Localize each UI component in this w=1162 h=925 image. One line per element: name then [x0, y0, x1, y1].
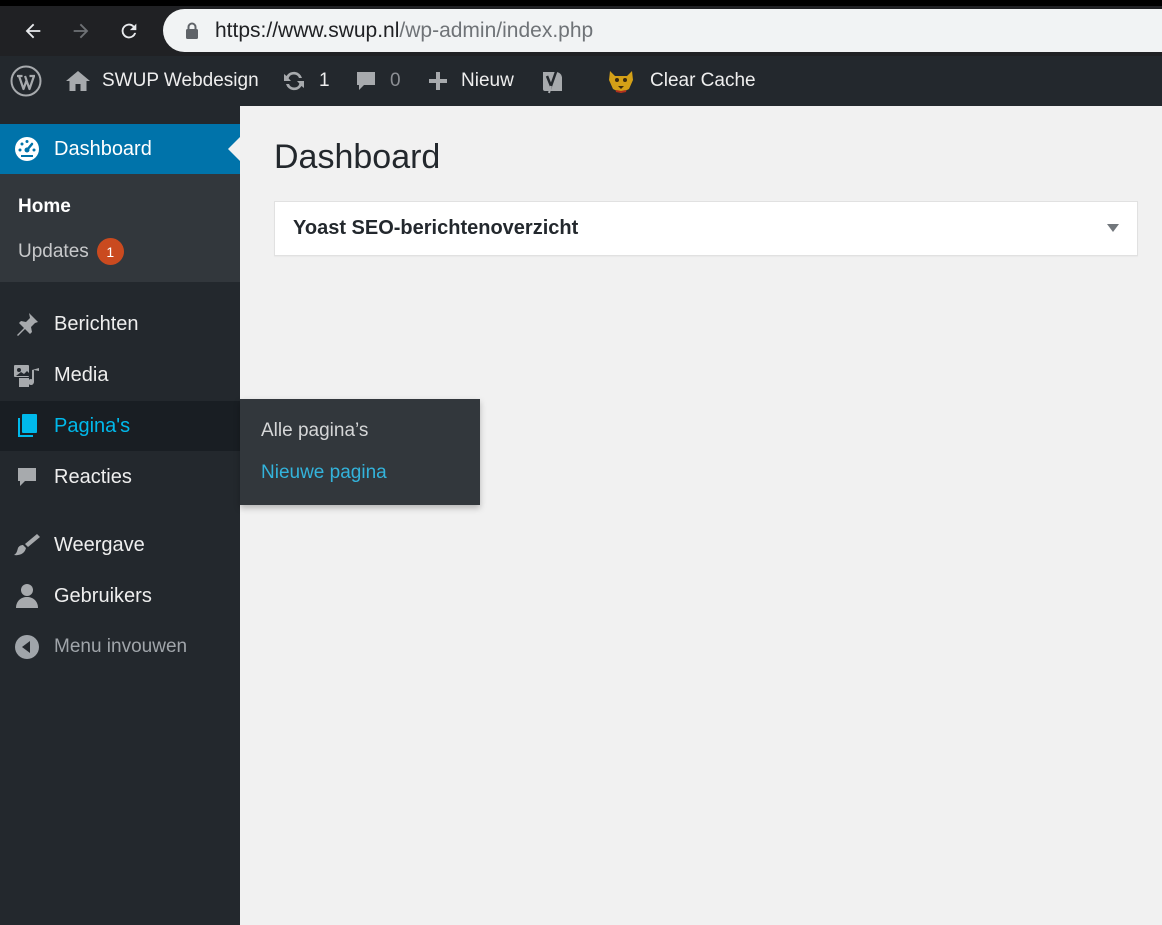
page-title: Dashboard [274, 138, 441, 176]
media-icon [13, 361, 41, 389]
wordpress-logo-icon [10, 65, 42, 97]
menu-gebruikers[interactable]: Gebruikers [0, 571, 240, 621]
widget-title: Yoast SEO-berichtenoverzicht [293, 217, 579, 239]
pages-icon [13, 412, 41, 440]
paintbrush-icon [13, 531, 41, 559]
menu-gebruikers-label: Gebruikers [54, 584, 152, 607]
reload-button[interactable] [114, 16, 144, 46]
menu-dashboard[interactable]: Dashboard [0, 124, 240, 174]
updates-link[interactable]: 1 [281, 56, 330, 106]
arrow-right-icon [73, 23, 89, 39]
comments-link[interactable]: 0 [354, 56, 401, 106]
admin-sidebar: Dashboard Home Updates 1 Berichten Media… [0, 106, 240, 925]
plus-icon [429, 72, 447, 90]
menu-reacties-label: Reacties [54, 465, 132, 488]
menu-media[interactable]: Media [0, 350, 240, 400]
menu-berichten[interactable]: Berichten [0, 299, 240, 349]
cheetah-icon [609, 71, 633, 94]
flyout-alle-paginas[interactable]: Alle pagina’s [261, 420, 368, 442]
flyout-nieuwe-pagina[interactable]: Nieuwe pagina [261, 462, 387, 484]
home-icon [66, 71, 90, 91]
site-name-link[interactable]: SWUP Webdesign [65, 56, 259, 106]
menu-weergave-label: Weergave [54, 533, 145, 556]
dashboard-gauge-icon [13, 135, 41, 163]
wp-logo-button[interactable] [10, 56, 42, 106]
paginas-flyout-menu: Alle pagina’s Nieuwe pagina [240, 399, 480, 505]
lock-icon [186, 22, 198, 39]
menu-berichten-label: Berichten [54, 312, 139, 335]
arrow-left-icon [25, 23, 41, 39]
user-icon [13, 582, 41, 610]
submenu-home[interactable]: Home [18, 196, 71, 218]
collapse-arrow-icon [13, 633, 41, 661]
comments-count: 0 [390, 70, 401, 91]
address-bar[interactable]: https://www.swup.nl/wp-admin/index.php [163, 9, 1162, 52]
comment-bubble-icon [13, 463, 41, 491]
wp-admin-bar: SWUP Webdesign 1 0 Nieuw Clear Cache [0, 56, 1162, 106]
active-menu-arrow [228, 137, 240, 161]
menu-weergave[interactable]: Weergave [0, 520, 240, 570]
menu-paginas-label: Pagina's [54, 414, 131, 437]
submenu-updates-label: Updates [18, 240, 89, 262]
clear-cache-link[interactable]: Clear Cache [606, 56, 756, 106]
updates-count: 1 [319, 70, 330, 91]
yoast-icon [543, 68, 562, 94]
menu-media-label: Media [54, 363, 109, 386]
updates-icon [284, 71, 304, 91]
back-button[interactable] [18, 16, 48, 46]
yoast-widget[interactable]: Yoast SEO-berichtenoverzicht [274, 201, 1138, 256]
caret-down-icon[interactable] [1107, 224, 1119, 232]
clear-cache-label: Clear Cache [650, 70, 756, 91]
pin-icon [13, 310, 41, 338]
menu-reacties[interactable]: Reacties [0, 452, 240, 502]
url-path: /wp-admin/index.php [399, 18, 594, 42]
submenu-updates[interactable]: Updates 1 [18, 238, 124, 265]
menu-dashboard-label: Dashboard [54, 137, 152, 160]
comment-icon [357, 72, 375, 90]
new-label: Nieuw [461, 70, 514, 91]
reload-icon [121, 23, 137, 39]
collapse-menu-label: Menu invouwen [54, 636, 188, 657]
collapse-menu-button[interactable]: Menu invouwen [0, 622, 240, 672]
url-host: https://www.swup.nl [215, 18, 400, 42]
forward-button[interactable] [66, 16, 96, 46]
updates-badge: 1 [96, 238, 124, 265]
site-name: SWUP Webdesign [102, 70, 259, 91]
menu-paginas[interactable]: Pagina's [0, 401, 240, 451]
yoast-seo-link[interactable] [540, 56, 568, 106]
dashboard-submenu: Home Updates 1 [0, 174, 240, 282]
new-content-link[interactable]: Nieuw [427, 56, 514, 106]
browser-toolbar: https://www.swup.nl/wp-admin/index.php [0, 0, 1162, 56]
